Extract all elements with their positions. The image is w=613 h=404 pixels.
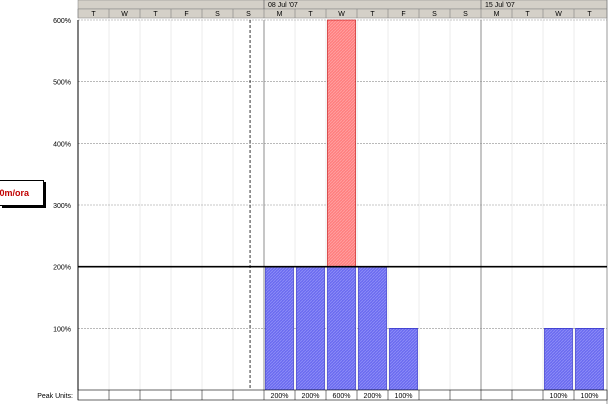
y-tick-label: 600%: [53, 18, 71, 25]
resource-name-box[interactable]: 0m/ora: [0, 180, 44, 206]
day-label: F: [401, 11, 405, 18]
peak-unit-value: 200%: [302, 393, 320, 400]
y-tick-label: 200%: [53, 265, 71, 272]
peak-unit-value: 600%: [333, 393, 351, 400]
week-label: 15 Jul '07: [485, 2, 515, 9]
y-tick-label: 400%: [53, 141, 71, 148]
week-label: 08 Jul '07: [268, 2, 298, 9]
allocated-bar: [327, 266, 356, 391]
peak-unit-value: 200%: [271, 393, 289, 400]
peak-unit-value: 200%: [364, 393, 382, 400]
day-label: T: [153, 11, 158, 18]
day-label: T: [308, 11, 313, 18]
allocated-bar: [296, 266, 325, 391]
day-label: S: [215, 11, 220, 18]
day-label: M: [277, 11, 283, 18]
day-label: S: [432, 11, 437, 18]
peak-unit-value: 100%: [395, 393, 413, 400]
day-label: T: [91, 11, 96, 18]
allocated-bar: [265, 266, 294, 391]
allocated-bar: [575, 328, 604, 391]
allocated-bar: [389, 328, 418, 391]
day-label: F: [184, 11, 188, 18]
day-label: W: [338, 11, 345, 18]
week-header-row: [77, 0, 608, 10]
peak-unit-value: 100%: [581, 393, 599, 400]
day-label: T: [370, 11, 375, 18]
y-tick-label: 500%: [53, 80, 71, 87]
day-label: W: [555, 11, 562, 18]
resource-graph: 08 Jul '07 15 Jul '07 T W T F S S M T W T F S S M T W T 100…: [0, 0, 613, 404]
day-label: S: [246, 11, 251, 18]
y-tick-label: 100%: [53, 326, 71, 333]
peak-unit-value: 100%: [550, 393, 568, 400]
allocated-bar: [544, 328, 573, 391]
day-label: M: [494, 11, 500, 18]
resource-usage-chart: 08 Jul '07 15 Jul '07 T W T F S S M T W T F S S M T W T 100…: [37, 0, 608, 404]
y-tick-label: 300%: [53, 203, 71, 210]
allocated-bar: [358, 266, 387, 391]
resource-name: 0m/ora: [0, 188, 29, 198]
peak-units-label: Peak Units:: [37, 393, 73, 400]
day-label: S: [463, 11, 468, 18]
overallocation-bar: [327, 19, 356, 267]
day-label: W: [121, 11, 128, 18]
day-label: T: [525, 11, 530, 18]
day-label: T: [587, 11, 592, 18]
